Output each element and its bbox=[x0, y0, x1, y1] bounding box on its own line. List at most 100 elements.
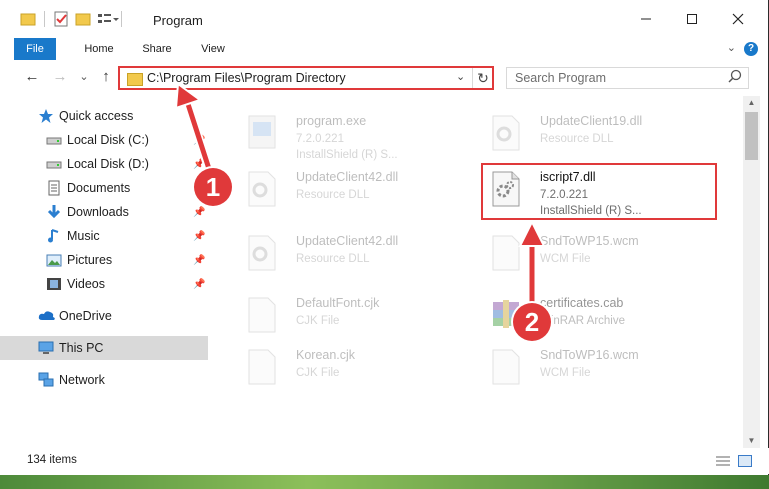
toolbar-separator bbox=[44, 11, 45, 27]
ribbon-tabs: File Home Share View ⌄ ? bbox=[0, 38, 768, 61]
file-icon bbox=[490, 234, 522, 272]
file-detail: WCM File bbox=[540, 367, 591, 379]
music-icon bbox=[46, 228, 62, 244]
file-item[interactable]: UpdateClient42.dll Resource DLL bbox=[236, 222, 468, 278]
sidebar-item-label: Music bbox=[67, 229, 100, 243]
file-name: DefaultFont.cjk bbox=[296, 296, 380, 310]
pin-icon[interactable]: 📌 bbox=[193, 207, 205, 218]
file-name: SndToWP15.wcm bbox=[540, 234, 639, 248]
file-name: SndToWP16.wcm bbox=[540, 348, 639, 362]
toolbar-separator bbox=[121, 11, 122, 27]
sidebar-item-documents[interactable]: Documents 📌 bbox=[0, 176, 208, 200]
file-detail: WinRAR Archive bbox=[540, 315, 625, 327]
scroll-up-icon[interactable]: ▲ bbox=[743, 96, 760, 110]
forward-button[interactable]: → bbox=[50, 67, 70, 87]
sidebar-item-this-pc[interactable]: This PC bbox=[0, 336, 208, 360]
dll-icon bbox=[490, 114, 522, 152]
file-list: program.exe 7.2.0.221 InstallShield (R) … bbox=[222, 96, 742, 448]
sidebar-item-network[interactable]: Network bbox=[0, 368, 208, 392]
item-count: 134 items bbox=[27, 454, 77, 466]
file-item[interactable]: UpdateClient42.dll Resource DLL bbox=[236, 158, 468, 214]
sidebar-item-label: OneDrive bbox=[59, 309, 112, 323]
details-view-icon[interactable] bbox=[716, 455, 730, 467]
tab-share[interactable]: Share bbox=[132, 38, 182, 60]
vertical-scrollbar[interactable]: ▲ ▼ bbox=[743, 96, 760, 448]
new-folder-icon[interactable] bbox=[75, 11, 91, 27]
file-icon bbox=[246, 348, 278, 386]
file-item[interactable]: DefaultFont.cjk CJK File bbox=[236, 284, 468, 340]
folder-icon[interactable] bbox=[20, 11, 36, 27]
tab-view[interactable]: View bbox=[190, 38, 236, 60]
pin-icon[interactable]: 📌 bbox=[193, 231, 205, 242]
address-bar[interactable]: C:\Program Files\Program Directory ⌄ ↻ bbox=[118, 66, 494, 90]
sidebar-item-label: This PC bbox=[59, 341, 104, 355]
file-item[interactable]: UpdateClient19.dll Resource DLL bbox=[480, 102, 712, 158]
tiles-view-icon[interactable] bbox=[738, 455, 752, 467]
tab-file[interactable]: File bbox=[14, 38, 56, 60]
file-name: program.exe bbox=[296, 114, 367, 128]
close-button[interactable] bbox=[715, 0, 761, 38]
search-input[interactable]: Search Program bbox=[506, 67, 749, 89]
pin-icon[interactable]: 📌 bbox=[193, 159, 205, 170]
network-icon bbox=[38, 372, 54, 388]
recent-locations-button[interactable]: ⌄ bbox=[74, 67, 94, 87]
minimize-button[interactable] bbox=[623, 0, 669, 38]
sidebar-item-label: Network bbox=[59, 373, 105, 387]
file-name: UpdateClient19.dll bbox=[540, 114, 643, 128]
sidebar-item-quick-access[interactable]: Quick access bbox=[0, 104, 208, 128]
pin-icon[interactable]: 📌 bbox=[193, 279, 205, 290]
file-name: UpdateClient42.dll bbox=[296, 234, 399, 248]
search-icon[interactable] bbox=[728, 69, 742, 86]
computer-icon bbox=[38, 340, 54, 356]
sidebar-item-music[interactable]: Music 📌 bbox=[0, 224, 208, 248]
file-detail: Resource DLL bbox=[540, 133, 614, 145]
sidebar-item-label: Quick access bbox=[59, 109, 134, 123]
sidebar-item-onedrive[interactable]: OneDrive bbox=[0, 304, 208, 328]
highlight-box bbox=[481, 163, 717, 220]
callout-2: 2 bbox=[513, 303, 551, 341]
pin-icon[interactable]: 📌 bbox=[193, 135, 205, 146]
file-item[interactable]: SndToWP15.wcm WCM File bbox=[480, 222, 712, 278]
callout-1: 1 bbox=[194, 168, 232, 206]
file-name: certificates.cab bbox=[540, 296, 624, 310]
file-icon bbox=[490, 348, 522, 386]
window-title: Program bbox=[153, 13, 203, 28]
scroll-down-icon[interactable]: ▼ bbox=[743, 434, 760, 448]
sidebar-item-local-disk-c[interactable]: Local Disk (C:) 📌 bbox=[0, 128, 208, 152]
sidebar-item-local-disk-d[interactable]: Local Disk (D:) 📌 bbox=[0, 152, 208, 176]
file-name: Korean.cjk bbox=[296, 348, 356, 362]
file-item[interactable]: SndToWP16.wcm WCM File bbox=[480, 336, 712, 392]
sidebar-item-label: Downloads bbox=[67, 205, 129, 219]
drive-icon bbox=[46, 132, 62, 148]
navigation-pane: Quick access Local Disk (C:) 📌 Local Dis… bbox=[0, 96, 208, 448]
sidebar-item-pictures[interactable]: Pictures 📌 bbox=[0, 248, 208, 272]
scroll-thumb[interactable] bbox=[745, 112, 758, 160]
customize-toolbar-icon[interactable] bbox=[97, 11, 119, 27]
up-button[interactable]: ↑ bbox=[96, 67, 116, 87]
search-placeholder: Search Program bbox=[515, 71, 607, 85]
properties-icon[interactable] bbox=[53, 11, 69, 27]
maximize-button[interactable] bbox=[669, 0, 715, 38]
status-bar: 134 items bbox=[0, 448, 769, 474]
sidebar-item-label: Local Disk (D:) bbox=[67, 157, 149, 171]
sidebar-item-downloads[interactable]: Downloads 📌 bbox=[0, 200, 208, 224]
address-path[interactable]: C:\Program Files\Program Directory bbox=[147, 71, 346, 85]
file-item[interactable]: program.exe 7.2.0.221 InstallShield (R) … bbox=[236, 102, 468, 161]
file-detail: CJK File bbox=[296, 367, 340, 379]
file-item[interactable]: Korean.cjk CJK File bbox=[236, 336, 468, 392]
pin-icon[interactable]: 📌 bbox=[193, 255, 205, 266]
desktop-background bbox=[0, 475, 769, 489]
tab-home[interactable]: Home bbox=[72, 38, 126, 60]
sidebar-item-label: Documents bbox=[67, 181, 131, 195]
cloud-icon bbox=[38, 308, 55, 324]
refresh-icon[interactable]: ↻ bbox=[472, 68, 493, 88]
file-detail: 7.2.0.221 bbox=[296, 133, 344, 145]
expand-ribbon-icon[interactable]: ⌄ bbox=[727, 41, 736, 54]
sidebar-item-label: Videos bbox=[67, 277, 105, 291]
chevron-down-icon[interactable]: ⌄ bbox=[456, 70, 465, 83]
help-icon[interactable]: ? bbox=[744, 42, 758, 56]
sidebar-item-videos[interactable]: Videos 📌 bbox=[0, 272, 208, 296]
back-button[interactable]: ← bbox=[22, 67, 42, 87]
dll-icon bbox=[246, 170, 278, 208]
documents-icon bbox=[46, 180, 62, 196]
